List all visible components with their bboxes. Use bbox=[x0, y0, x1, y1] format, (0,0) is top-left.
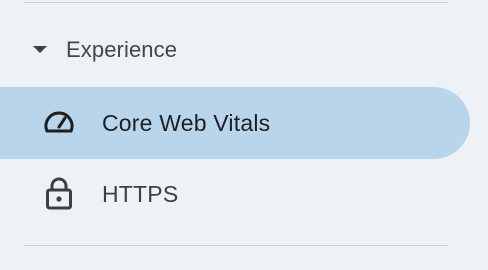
divider-bottom bbox=[24, 245, 448, 246]
nav-item-label: Core Web Vitals bbox=[102, 110, 271, 136]
speedometer-icon bbox=[41, 105, 77, 141]
caret-down-icon bbox=[33, 46, 47, 53]
section-label: Experience bbox=[66, 37, 178, 62]
section-header-experience[interactable]: Experience bbox=[0, 30, 488, 70]
divider-top bbox=[24, 2, 448, 3]
lock-icon bbox=[41, 175, 77, 211]
nav-item-https[interactable]: HTTPS bbox=[0, 159, 470, 231]
nav-item-core-web-vitals[interactable]: Core Web Vitals bbox=[0, 87, 470, 159]
nav-item-label: HTTPS bbox=[102, 181, 179, 207]
